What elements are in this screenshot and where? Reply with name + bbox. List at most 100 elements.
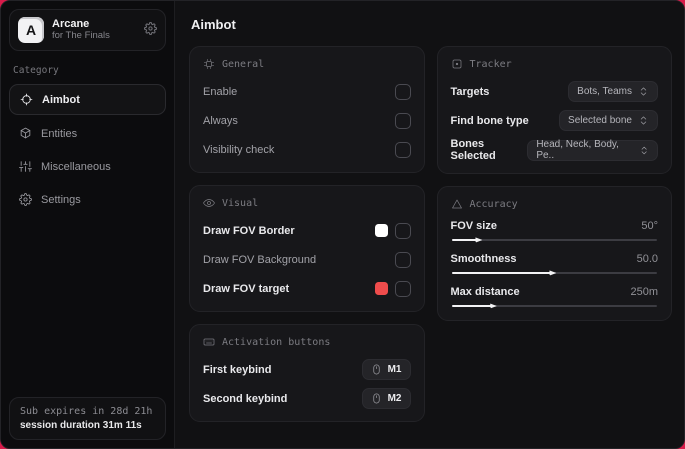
tracker-card-header: Tracker (451, 58, 659, 70)
accuracy-card: Accuracy FOV size 50° Smoothness 50.0 Ma… (436, 186, 672, 321)
dropdown-value: Head, Neck, Body, Pe.. (536, 139, 619, 161)
triangle-icon (451, 199, 462, 209)
slider-thumb[interactable] (489, 303, 497, 309)
setting-row-fov-background: Draw FOV Background (203, 248, 411, 271)
entities-icon (19, 127, 32, 140)
main-content: Aimbot General Enable Always Visibility … (175, 1, 684, 448)
always-checkbox[interactable] (394, 112, 411, 129)
setting-row-first-keybind: First keybind M1 (203, 358, 411, 381)
second-keybind-button[interactable]: M2 (361, 388, 411, 409)
slider-thumb[interactable] (475, 237, 483, 243)
page-title: Aimbot (191, 17, 236, 32)
setting-label: Always (203, 114, 238, 127)
chevrons-up-down-icon (640, 116, 647, 125)
slider-value: 50.0 (636, 253, 658, 265)
sidebar-item-entities[interactable]: Entities (9, 119, 166, 148)
setting-label: Targets (450, 85, 490, 98)
max-distance-slider[interactable] (451, 303, 657, 309)
sliders-icon (19, 160, 32, 173)
setting-label: Enable (203, 85, 238, 98)
setting-row-bones-selected: Bones Selected Head, Neck, Body, Pe.. (451, 138, 658, 162)
slider-value: 50° (641, 220, 658, 232)
setting-label: Find bone type (450, 114, 529, 127)
category-label: Category (13, 65, 59, 76)
fov-background-checkbox[interactable] (394, 251, 411, 268)
setting-row-targets: Targets Bots, Teams (450, 80, 658, 103)
app-title-block: Arcane for The Finals (52, 18, 136, 42)
general-card-header: General (203, 58, 411, 70)
setting-label: Max distance (450, 286, 520, 298)
sidebar: A Arcane for The Finals Category Aimbot … (1, 1, 175, 448)
setting-row-fov-border: Draw FOV Border (203, 219, 411, 242)
sidebar-item-label: Miscellaneous (41, 160, 111, 173)
accuracy-card-header: Accuracy (451, 198, 659, 210)
card-title: General (222, 58, 265, 70)
enable-checkbox[interactable] (394, 83, 411, 100)
setting-label: Draw FOV Border (203, 224, 295, 237)
setting-row-visibility-check: Visibility check (203, 138, 411, 161)
fov-target-color-swatch[interactable] (374, 282, 388, 295)
chevrons-up-down-icon (640, 87, 647, 96)
keyboard-icon (203, 338, 215, 346)
card-title: Accuracy (469, 198, 518, 210)
sidebar-item-miscellaneous[interactable]: Miscellaneous (9, 152, 166, 181)
fov-border-color-swatch[interactable] (374, 224, 388, 237)
keybind-value: M1 (387, 364, 402, 375)
visual-card-header: Visual (203, 197, 411, 209)
bones-selected-dropdown[interactable]: Head, Neck, Body, Pe.. (527, 139, 658, 161)
setting-label: FOV size (450, 220, 497, 232)
right-column: Tracker Targets Bots, Teams Find bone ty… (436, 46, 672, 422)
card-title: Activation buttons (222, 336, 331, 348)
mouse-icon (372, 364, 380, 375)
left-column: General Enable Always Visibility check V… (189, 46, 425, 422)
slider-value: 250m (630, 286, 658, 298)
activation-card: Activation buttons First keybind M1 Seco… (189, 324, 425, 422)
visibility-check-checkbox[interactable] (394, 141, 411, 158)
visual-card: Visual Draw FOV Border Draw FOV Backgrou… (189, 185, 425, 312)
setting-label: Second keybind (203, 392, 288, 405)
fov-size-slider[interactable] (451, 237, 657, 243)
setting-label: Draw FOV target (203, 282, 290, 295)
chevrons-up-down-icon (641, 146, 647, 154)
dropdown-value: Selected bone (568, 115, 632, 126)
sidebar-item-label: Settings (41, 193, 81, 206)
card-title: Tracker (469, 58, 512, 70)
session-duration-text: session duration 31m 11s (20, 420, 142, 431)
setting-label: Draw FOV Background (203, 253, 317, 266)
sidebar-item-label: Entities (41, 127, 78, 140)
targets-dropdown[interactable]: Bots, Teams (568, 81, 658, 102)
general-card: General Enable Always Visibility check (189, 46, 425, 173)
fov-target-checkbox[interactable] (394, 280, 411, 297)
settings-gear-icon[interactable] (144, 22, 157, 38)
sidebar-item-label: Aimbot (42, 93, 80, 106)
gear-icon (19, 193, 32, 206)
fov-border-checkbox[interactable] (394, 222, 411, 239)
app-logo: A (18, 17, 44, 43)
slider-thumb[interactable] (549, 270, 557, 276)
sidebar-item-settings[interactable]: Settings (9, 185, 166, 214)
sub-expiry-text: Sub expires in 28d 21h (20, 406, 153, 417)
setting-row-fov-size: FOV size 50° (450, 220, 658, 243)
sidebar-item-aimbot[interactable]: Aimbot (9, 84, 166, 115)
smoothness-slider[interactable] (451, 270, 657, 276)
find-bone-type-dropdown[interactable]: Selected bone (559, 110, 658, 131)
eye-icon (203, 199, 215, 207)
dropdown-value: Bots, Teams (577, 86, 632, 97)
setting-label: First keybind (203, 363, 272, 376)
app-window: A Arcane for The Finals Category Aimbot … (0, 0, 685, 449)
general-icon (204, 59, 214, 69)
app-subtitle: for The Finals (52, 29, 110, 41)
setting-row-enable: Enable (203, 80, 411, 103)
mouse-icon (372, 393, 380, 404)
setting-label: Smoothness (450, 253, 517, 265)
activation-card-header: Activation buttons (203, 336, 411, 348)
focus-icon (452, 59, 461, 69)
app-header-card: A Arcane for The Finals (9, 9, 166, 51)
setting-label: Visibility check (203, 143, 275, 156)
setting-row-find-bone-type: Find bone type Selected bone (450, 109, 658, 132)
tracker-card: Tracker Targets Bots, Teams Find bone ty… (436, 46, 672, 174)
app-name: Arcane (52, 18, 90, 31)
setting-row-always: Always (203, 109, 411, 132)
first-keybind-button[interactable]: M1 (361, 359, 411, 380)
setting-row-fov-target: Draw FOV target (203, 277, 411, 300)
